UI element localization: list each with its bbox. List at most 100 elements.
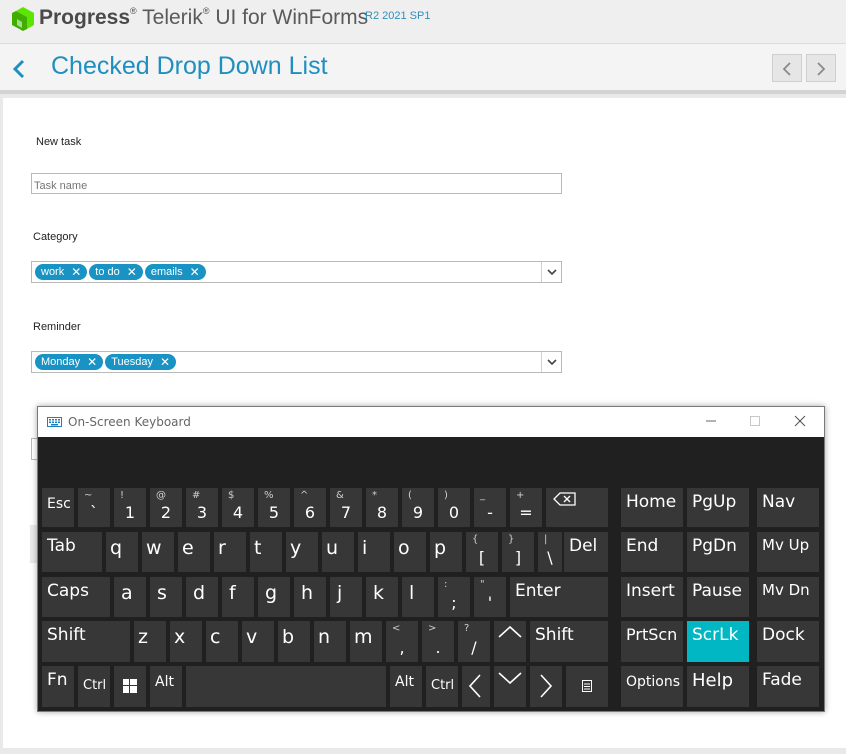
key-mv-dn[interactable]: Mv Dn	[757, 577, 819, 617]
key-6[interactable]: ^ 6	[294, 488, 326, 527]
key-1[interactable]: ! 1	[114, 488, 146, 527]
category-dropdown-arrow[interactable]	[541, 262, 561, 282]
key-shift-left[interactable]: Shift	[42, 621, 130, 662]
key-period[interactable]: >.	[422, 621, 454, 662]
key-m[interactable]: m	[350, 621, 382, 662]
key-right[interactable]	[530, 666, 562, 707]
key-l[interactable]: l	[402, 577, 434, 617]
key-mv-up[interactable]: Mv Up	[757, 532, 819, 572]
key-d[interactable]: d	[186, 577, 218, 617]
key-f[interactable]: f	[222, 577, 254, 617]
key-home[interactable]: Home	[621, 488, 683, 527]
key-help[interactable]: Help	[687, 666, 749, 707]
key-e[interactable]: e	[178, 532, 210, 572]
key-v[interactable]: v	[242, 621, 274, 662]
key-comma[interactable]: <,	[386, 621, 418, 662]
key-backtick[interactable]: ~ `	[78, 488, 110, 527]
key-ctrl-left[interactable]: Ctrl	[78, 666, 110, 707]
minimize-icon[interactable]	[703, 413, 719, 429]
key-alt-left[interactable]: Alt	[150, 666, 182, 707]
key-0[interactable]: ) 0	[438, 488, 470, 527]
key-r[interactable]: r	[214, 532, 246, 572]
key-q[interactable]: q	[106, 532, 138, 572]
key-9[interactable]: (9	[402, 488, 434, 527]
key-dock[interactable]: Dock	[757, 621, 819, 662]
key-h[interactable]: h	[294, 577, 326, 617]
key-esc[interactable]: Esc	[42, 488, 74, 527]
key-quote[interactable]: " '	[474, 577, 506, 617]
reminder-dropdown-arrow[interactable]	[541, 352, 561, 372]
key-t[interactable]: t	[250, 532, 282, 572]
key-backslash[interactable]: | \	[538, 532, 562, 572]
key-del[interactable]: Del	[564, 532, 608, 572]
key-5[interactable]: % 5	[258, 488, 290, 527]
key-u[interactable]: u	[322, 532, 354, 572]
key-left-bracket[interactable]: {[	[466, 532, 498, 572]
key-fade[interactable]: Fade	[757, 666, 819, 707]
key-minus[interactable]: _ -	[474, 488, 506, 527]
remove-token-icon[interactable]: ✕	[87, 355, 97, 369]
key-o[interactable]: o	[394, 532, 426, 572]
key-y[interactable]: y	[286, 532, 318, 572]
next-example-button[interactable]	[806, 54, 836, 82]
remove-token-icon[interactable]: ✕	[190, 265, 200, 279]
key-options[interactable]: Options	[621, 666, 683, 707]
close-icon[interactable]	[792, 413, 808, 429]
key-space[interactable]	[186, 666, 386, 707]
key-backspace[interactable]	[546, 488, 608, 527]
key-shift-right[interactable]: Shift	[530, 621, 608, 662]
key-scrlk[interactable]: ScrLk	[687, 621, 749, 662]
key-j[interactable]: j	[330, 577, 362, 617]
key-alt-right[interactable]: Alt	[390, 666, 422, 707]
key-pgdn[interactable]: PgDn	[687, 532, 749, 572]
key-windows[interactable]	[114, 666, 146, 707]
key-shift-label: %	[264, 490, 274, 501]
key-w[interactable]: w	[142, 532, 174, 572]
key-a[interactable]: a	[114, 577, 146, 617]
key-equals[interactable]: + =	[510, 488, 542, 527]
key-g[interactable]: g	[258, 577, 290, 617]
key-end[interactable]: End	[621, 532, 683, 572]
key-8[interactable]: * 8	[366, 488, 398, 527]
key-slash[interactable]: ? /	[458, 621, 490, 662]
chevron-left-icon[interactable]	[8, 54, 30, 84]
key-k[interactable]: k	[366, 577, 398, 617]
key-left[interactable]	[462, 666, 490, 707]
key-4[interactable]: $4	[222, 488, 254, 527]
key-i[interactable]: i	[358, 532, 390, 572]
key-right-bracket[interactable]: }]	[502, 532, 534, 572]
task-name-input[interactable]	[31, 173, 562, 194]
key-caps[interactable]: Caps	[42, 577, 110, 617]
key-x[interactable]: x	[170, 621, 202, 662]
key-ctrl-right[interactable]: Ctrl	[426, 666, 458, 707]
remove-token-icon[interactable]: ✕	[160, 355, 170, 369]
key-prtscn[interactable]: PrtScn	[621, 621, 683, 662]
previous-example-button[interactable]	[772, 54, 802, 82]
remove-token-icon[interactable]: ✕	[71, 265, 81, 279]
key-z[interactable]: z	[134, 621, 166, 662]
key-insert[interactable]: Insert	[621, 577, 683, 617]
key-semicolon[interactable]: :;	[438, 577, 470, 617]
key-down[interactable]	[494, 666, 526, 707]
key-pause[interactable]: Pause	[687, 577, 749, 617]
key-7[interactable]: & 7	[330, 488, 362, 527]
key-p[interactable]: p	[430, 532, 462, 572]
key-2[interactable]: @2	[150, 488, 182, 527]
key-3[interactable]: #3	[186, 488, 218, 527]
key-fn[interactable]: Fn	[42, 666, 74, 707]
key-n[interactable]: n	[314, 621, 346, 662]
key-up[interactable]	[494, 621, 526, 662]
reminder-checked-dropdown[interactable]: Monday ✕ Tuesday ✕	[31, 351, 562, 373]
key-menu[interactable]	[566, 666, 608, 707]
key-c[interactable]: c	[206, 621, 238, 662]
key-pgup[interactable]: PgUp	[687, 488, 749, 527]
key-b[interactable]: b	[278, 621, 310, 662]
key-label: Alt	[155, 674, 174, 690]
key-nav[interactable]: Nav	[757, 488, 819, 527]
key-tab[interactable]: Tab	[42, 532, 102, 572]
remove-token-icon[interactable]: ✕	[127, 265, 137, 279]
maximize-icon[interactable]	[747, 413, 763, 429]
key-s[interactable]: s	[150, 577, 182, 617]
category-checked-dropdown[interactable]: work ✕ to do ✕ emails ✕	[31, 261, 562, 283]
key-enter[interactable]: Enter	[510, 577, 608, 617]
